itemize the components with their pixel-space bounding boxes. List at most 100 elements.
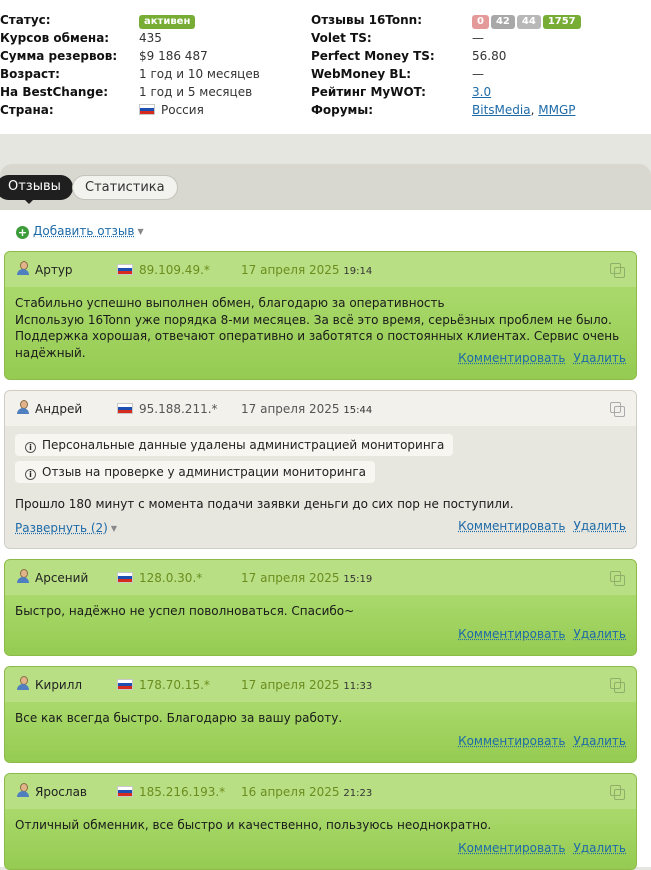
chevron-down-icon[interactable]: ▼ — [111, 524, 117, 533]
rates-value: 435 — [139, 31, 162, 45]
copy-link-icon[interactable] — [610, 571, 625, 586]
volet-row: Volet TS: — [311, 29, 372, 47]
review-text-line: Стабильно успешно выполнен обмен, благод… — [15, 296, 445, 310]
review-header: Артур 89.109.49.* 17 апреля 2025 19:14 — [5, 252, 636, 287]
notice-text: Отзыв на проверке у администрации монито… — [42, 465, 367, 479]
review-text: Отличный обменник, все быстро и качестве… — [15, 818, 492, 832]
review-card: Арсений 128.0.30.* 17 апреля 2025 15:19 … — [4, 559, 637, 656]
russia-flag-icon — [117, 403, 133, 414]
review-header: Ярослав 185.216.193.* 16 апреля 2025 21:… — [5, 774, 636, 809]
plus-icon: + — [16, 226, 29, 239]
volet-value: — — [472, 31, 484, 45]
age-row: Возраст: — [0, 65, 60, 83]
review-author: Арсений — [35, 571, 89, 585]
review-date-text: 17 апреля 2025 — [241, 571, 340, 585]
review-actions: Комментировать Удалить — [450, 351, 626, 365]
review-text: Быстро, надёжно не успел поволноваться. … — [15, 604, 355, 618]
review-card: Ярослав 185.216.193.* 16 апреля 2025 21:… — [4, 773, 637, 870]
review-ip-text: 128.0.30.* — [139, 571, 203, 585]
user-icon — [16, 569, 30, 583]
expand-replies-button[interactable]: Развернуть (2) ▼ — [15, 521, 117, 535]
info-icon: i — [25, 469, 36, 480]
review-header: Андрей 95.188.211.* 17 апреля 2025 15:44 — [5, 391, 636, 426]
review-author: Артур — [35, 263, 73, 277]
wm-label: WebMoney BL: — [311, 67, 411, 81]
russia-flag-icon — [117, 264, 133, 275]
russia-flag-icon — [117, 786, 133, 797]
review-ip: 178.70.15.* — [117, 678, 210, 692]
bestchange-row: На BestChange: — [0, 83, 108, 101]
review-date-text: 17 апреля 2025 — [241, 263, 340, 277]
review-actions: Комментировать Удалить — [450, 519, 626, 533]
delete-button[interactable]: Удалить — [574, 519, 627, 533]
comment-button[interactable]: Комментировать — [458, 841, 565, 855]
user-icon — [16, 261, 30, 275]
positive-count-badge[interactable]: 1757 — [542, 15, 581, 29]
copy-link-icon[interactable] — [610, 678, 625, 693]
review-date: 17 апреля 2025 15:44 — [241, 402, 372, 416]
age-value: 1 год и 10 месяцев — [139, 67, 260, 81]
user-icon — [16, 783, 30, 797]
review-card: Артур 89.109.49.* 17 апреля 2025 19:14 С… — [4, 251, 637, 380]
chevron-down-icon[interactable]: ▼ — [137, 227, 143, 236]
review-ip: 89.109.49.* — [117, 263, 210, 277]
review-header: Кирилл 178.70.15.* 17 апреля 2025 11:33 — [5, 667, 636, 702]
tab-statistics[interactable]: Статистика — [72, 175, 178, 200]
review-ip: 185.216.193.* — [117, 785, 225, 799]
review-date: 17 апреля 2025 19:14 — [241, 263, 372, 277]
claims-count-badge[interactable]: 44 — [516, 15, 541, 29]
review-time: 15:19 — [343, 574, 373, 585]
copy-link-icon[interactable] — [610, 263, 625, 278]
forums-row: Форумы: — [311, 101, 373, 119]
mywot-label: Рейтинг MyWOT: — [311, 85, 426, 99]
review-ip: 128.0.30.* — [117, 571, 202, 585]
review-date: 16 апреля 2025 21:23 — [241, 785, 372, 799]
reserves-value: $9 186 487 — [139, 49, 208, 63]
delete-button[interactable]: Удалить — [574, 841, 627, 855]
expand-label[interactable]: Развернуть (2) — [15, 521, 108, 535]
status-label: Статус: — [0, 13, 51, 27]
delete-button[interactable]: Удалить — [574, 627, 627, 641]
review-time: 21:23 — [343, 788, 373, 799]
forum-link-mmgp[interactable]: MMGP — [538, 103, 575, 117]
mywot-link[interactable]: 3.0 — [472, 85, 491, 99]
copy-link-icon[interactable] — [610, 785, 625, 800]
review-actions: Комментировать Удалить — [450, 841, 626, 855]
forums-label: Форумы: — [311, 103, 374, 117]
status-row: Статус: — [0, 11, 51, 29]
tab-reviews[interactable]: Отзывы — [0, 175, 73, 204]
review-date-text: 17 апреля 2025 — [241, 402, 340, 416]
review-time: 19:14 — [343, 266, 373, 277]
copy-link-icon[interactable] — [610, 402, 625, 417]
forum-link-bitsmedia[interactable]: BitsMedia — [472, 103, 531, 117]
delete-button[interactable]: Удалить — [574, 734, 627, 748]
review-text: Все как всегда быстро. Благодарю за вашу… — [15, 711, 343, 725]
pm-row: Perfect Money TS: — [311, 47, 435, 65]
comment-button[interactable]: Комментировать — [458, 627, 565, 641]
review-card: Андрей 95.188.211.* 17 апреля 2025 15:44… — [4, 390, 637, 549]
review-date: 17 апреля 2025 11:33 — [241, 678, 372, 692]
forums-value: BitsMedia, MMGP — [472, 101, 575, 119]
neutral-count-badge[interactable]: 42 — [490, 15, 515, 29]
bestchange-value: 1 год и 5 месяцев — [139, 85, 253, 99]
comment-button[interactable]: Комментировать — [458, 351, 565, 365]
review-date-text: 17 апреля 2025 — [241, 678, 340, 692]
negative-count-badge[interactable]: 0 — [472, 15, 489, 29]
comment-button[interactable]: Комментировать — [458, 519, 565, 533]
exchanger-info-panel: Статус: активен Курсов обмена: 435 Сумма… — [0, 0, 651, 134]
delete-button[interactable]: Удалить — [574, 351, 627, 365]
add-review-label[interactable]: Добавить отзыв — [33, 224, 134, 238]
wm-row: WebMoney BL: — [311, 65, 411, 83]
pm-label: Perfect Money TS: — [311, 49, 435, 63]
reviews-count-row: Отзывы 16Tonn: — [311, 11, 422, 29]
bestchange-label: На BestChange: — [0, 85, 108, 99]
notice-text: Персональные данные удалены администраци… — [42, 438, 445, 452]
mywot-row: Рейтинг MyWOT: — [311, 83, 426, 101]
reviews-count-label: Отзывы 16Tonn: — [311, 13, 423, 27]
status-badge: активен — [139, 15, 196, 29]
russia-flag-icon — [117, 572, 133, 583]
country-label: Страна: — [0, 103, 54, 117]
comment-button[interactable]: Комментировать — [458, 734, 565, 748]
reserves-row: Сумма резервов: — [0, 47, 117, 65]
add-review-button[interactable]: + Добавить отзыв ▼ — [16, 223, 144, 239]
